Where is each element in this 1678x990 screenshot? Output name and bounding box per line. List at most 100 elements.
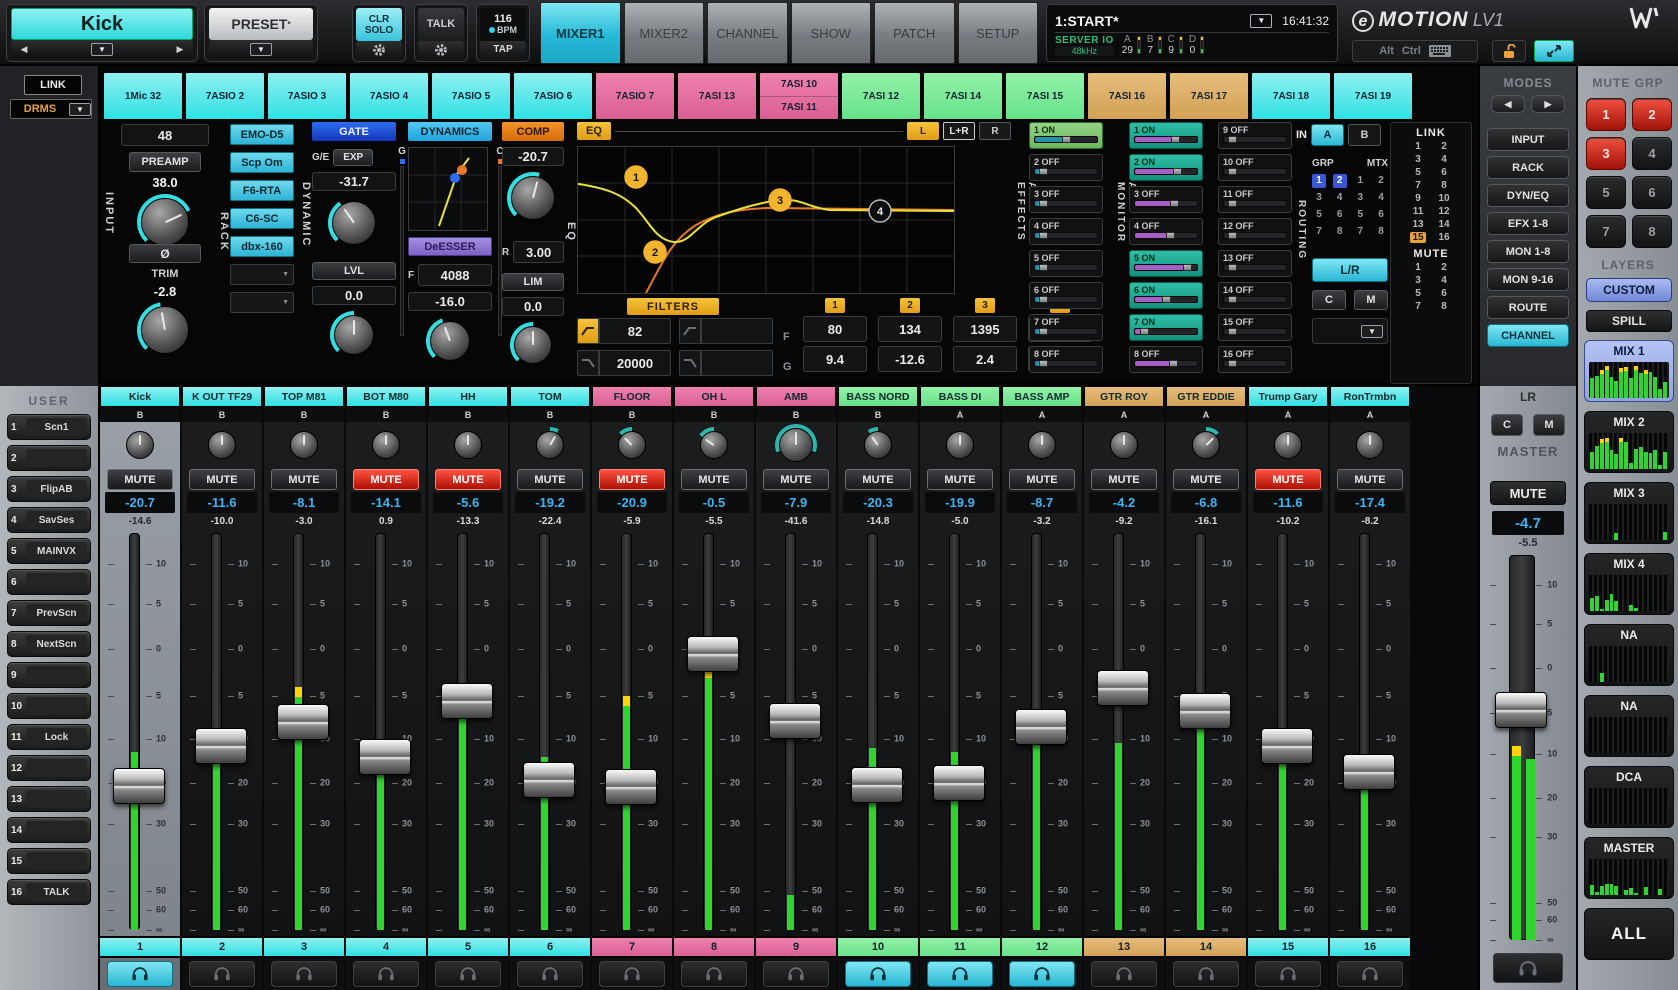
- layer-tile-mix-1[interactable]: MIX 1: [1584, 340, 1674, 402]
- mode-efx-1-8[interactable]: EFX 1-8: [1487, 212, 1569, 235]
- aux-send[interactable]: 12 OFF: [1218, 218, 1292, 245]
- rack-plugin-slot[interactable]: C6-SC: [230, 208, 294, 229]
- pan-knob[interactable]: [942, 427, 978, 463]
- eq-band-gain[interactable]: -12.6: [878, 346, 942, 372]
- lp2-filter-field[interactable]: [679, 350, 773, 376]
- pan-knob[interactable]: [1352, 427, 1388, 463]
- channel-name[interactable]: TOP M81: [264, 386, 344, 407]
- modes-next-button[interactable]: ▶: [1531, 95, 1565, 113]
- mute-button[interactable]: MUTE: [1009, 469, 1075, 490]
- aux-send[interactable]: 5 ON: [1129, 250, 1203, 277]
- pan-knob[interactable]: [286, 427, 322, 463]
- aux-send[interactable]: 9 OFF: [1218, 122, 1292, 149]
- pan-knob[interactable]: [450, 427, 486, 463]
- patch-cell[interactable]: 7ASI 12: [841, 72, 921, 120]
- rack-plugin-slot[interactable]: EMO-D5: [230, 124, 294, 145]
- gate-threshold-knob[interactable]: [328, 197, 380, 249]
- lock-button[interactable]: [1492, 40, 1526, 62]
- aux-send[interactable]: 2 OFF: [1029, 154, 1103, 181]
- layer-tile-mix-3[interactable]: MIX 3: [1584, 482, 1674, 544]
- mute-button[interactable]: MUTE: [1173, 469, 1239, 490]
- tap-tempo-button[interactable]: TAP: [480, 41, 526, 58]
- channel-fader[interactable]: 105051020305060∞: [1166, 529, 1246, 936]
- fader-cap[interactable]: [195, 728, 247, 764]
- user-key-10[interactable]: 10: [7, 693, 91, 719]
- deesser-freq-value[interactable]: 4088: [418, 264, 492, 286]
- headphone-cue-button[interactable]: [1009, 961, 1075, 987]
- mtx-assign-3[interactable]: 3: [1353, 191, 1367, 205]
- input-b-button[interactable]: B: [1348, 124, 1381, 146]
- grp-assign-6[interactable]: 6: [1333, 208, 1347, 222]
- master-fader[interactable]: 105051020305060∞: [1480, 551, 1576, 946]
- mute-button[interactable]: MUTE: [927, 469, 993, 490]
- channel-fader[interactable]: 105051020305060∞: [838, 529, 918, 936]
- aux-send[interactable]: 13 OFF: [1218, 250, 1292, 277]
- rack-empty-slot[interactable]: ▼: [230, 292, 294, 313]
- mtx-assign-6[interactable]: 6: [1374, 208, 1388, 222]
- aux-send[interactable]: 4 OFF: [1129, 218, 1203, 245]
- channel-name[interactable]: AMB: [756, 386, 836, 407]
- phantom-48v-button[interactable]: 48: [121, 124, 209, 146]
- mtx-assign-8[interactable]: 8: [1374, 225, 1388, 239]
- solo-settings-gear-icon[interactable]: [356, 41, 402, 58]
- headphone-cue-button[interactable]: [435, 961, 501, 987]
- channel-fader[interactable]: 105051020305060∞: [182, 529, 262, 936]
- mode-dyn-eq[interactable]: DYN/EQ: [1487, 184, 1569, 207]
- patch-cell[interactable]: 7ASI 16: [1087, 72, 1167, 120]
- bpm-display[interactable]: 116BPM TAP: [476, 4, 530, 62]
- layer-tile-master[interactable]: MASTER: [1584, 837, 1674, 899]
- lp-filter-field[interactable]: 20000: [577, 350, 671, 376]
- aux-send[interactable]: 3 OFF: [1029, 186, 1103, 213]
- patch-cell[interactable]: 7ASI 19: [1333, 72, 1413, 120]
- pan-knob[interactable]: [122, 427, 158, 463]
- channel-name[interactable]: BASS AMP: [1002, 386, 1082, 407]
- channel-name[interactable]: BOT M80: [346, 386, 426, 407]
- master-mute-button[interactable]: MUTE: [1490, 481, 1566, 505]
- mute-group-2[interactable]: 2: [1632, 98, 1672, 131]
- grp-assign-7[interactable]: 7: [1312, 225, 1326, 239]
- expander-button[interactable]: EXP: [333, 149, 373, 166]
- aux-send[interactable]: 11 OFF: [1218, 186, 1292, 213]
- mute-link-2[interactable]: 2: [1436, 262, 1452, 273]
- channel-fader[interactable]: 105051020305060∞: [1084, 529, 1164, 936]
- mtx-assign-7[interactable]: 7: [1353, 225, 1367, 239]
- link-channel-1[interactable]: 1: [1410, 141, 1426, 152]
- tab-show[interactable]: SHOW: [791, 2, 872, 64]
- mute-button[interactable]: MUTE: [271, 469, 337, 490]
- grp-assign-2[interactable]: 2: [1333, 174, 1347, 188]
- preset-dropdown[interactable]: ▼: [250, 43, 272, 56]
- patch-cell[interactable]: 1Mic 32: [103, 72, 183, 120]
- fader-cap[interactable]: [687, 636, 739, 672]
- mute-button[interactable]: MUTE: [353, 469, 419, 490]
- user-key-15[interactable]: 15: [7, 848, 91, 874]
- aux-send[interactable]: 6 OFF: [1029, 282, 1103, 309]
- gate-level-knob[interactable]: [330, 311, 378, 359]
- aux-send[interactable]: 8 OFF: [1129, 346, 1203, 373]
- channel-fader[interactable]: 105051020305060∞: [428, 529, 508, 936]
- headphone-cue-button[interactable]: [353, 961, 419, 987]
- mute-group-1[interactable]: 1: [1586, 98, 1626, 131]
- link-channel-3[interactable]: 3: [1410, 154, 1426, 165]
- session-name[interactable]: 1:START*: [1055, 13, 1250, 29]
- mute-button[interactable]: MUTE: [435, 469, 501, 490]
- eq-band-gain[interactable]: 9.4: [803, 346, 867, 372]
- fader-cap[interactable]: [359, 739, 411, 775]
- rack-plugin-slot[interactable]: F6-RTA: [230, 180, 294, 201]
- mute-group-4[interactable]: 4: [1632, 137, 1672, 170]
- patch-cell[interactable]: 7ASI 18: [1251, 72, 1331, 120]
- aux-send[interactable]: 8 OFF: [1029, 346, 1103, 373]
- clear-solo-button[interactable]: CLRSOLO: [352, 4, 406, 62]
- link-channel-14[interactable]: 14: [1436, 219, 1452, 230]
- channel-fader[interactable]: 105051020305060∞: [100, 529, 180, 936]
- mute-button[interactable]: MUTE: [599, 469, 665, 490]
- custom-layer-button[interactable]: CUSTOM: [1586, 278, 1672, 302]
- channel-fader[interactable]: 105051020305060∞: [1002, 529, 1082, 936]
- mute-button[interactable]: MUTE: [845, 469, 911, 490]
- eq-band-freq[interactable]: 80: [803, 316, 867, 342]
- trim-knob[interactable]: [137, 302, 193, 358]
- patch-cell[interactable]: 7ASIO 6: [513, 72, 593, 120]
- next-channel-button[interactable]: ▶: [167, 41, 193, 57]
- tab-channel[interactable]: CHANNEL: [707, 2, 788, 64]
- patch-cell[interactable]: 7ASI 107ASI 11: [759, 72, 839, 120]
- channel-dropdown[interactable]: ▼: [91, 43, 113, 56]
